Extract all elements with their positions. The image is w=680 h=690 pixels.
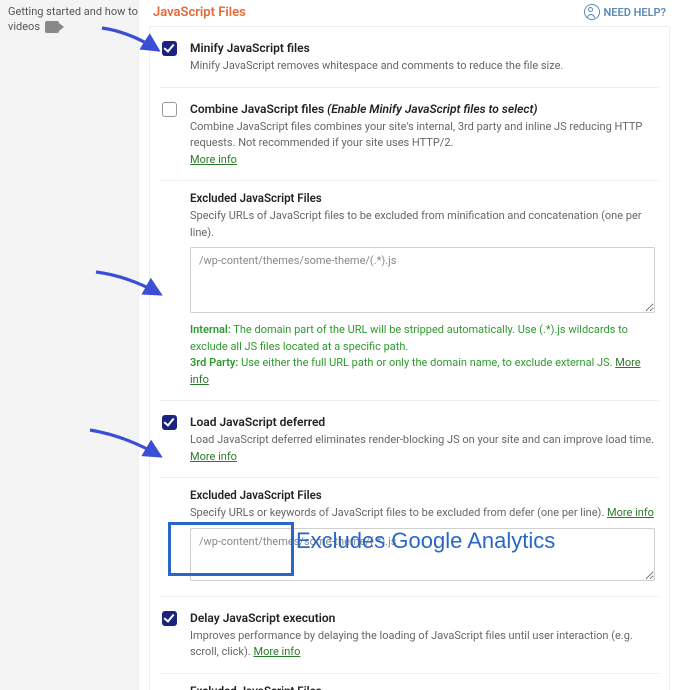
minify-js-checkbox[interactable] bbox=[162, 41, 177, 56]
excluded-js-1-desc: Specify URLs of JavaScript files to be e… bbox=[190, 208, 655, 241]
need-help-link[interactable]: NEED HELP? bbox=[584, 4, 667, 20]
need-help-label: NEED HELP? bbox=[604, 6, 667, 19]
minify-js-desc: Minify JavaScript removes whitespace and… bbox=[190, 58, 655, 75]
video-icon bbox=[45, 21, 59, 33]
excluded-js-2-title: Excluded JavaScript Files bbox=[190, 488, 655, 502]
defer-js-checkbox[interactable] bbox=[162, 415, 177, 430]
excluded-js-2-textarea[interactable] bbox=[190, 528, 655, 581]
excluded-js-3-title: Excluded JavaScript Files bbox=[190, 684, 655, 690]
delay-js-checkbox[interactable] bbox=[162, 611, 177, 626]
help-person-icon bbox=[584, 4, 600, 20]
defer-js-desc: Load JavaScript deferred eliminates rend… bbox=[190, 432, 655, 465]
excluded-js-1-hint: Internal: The domain part of the URL wil… bbox=[190, 322, 655, 388]
combine-more-info-link[interactable]: More info bbox=[190, 153, 237, 166]
excluded-js-2-desc: Specify URLs or keywords of JavaScript f… bbox=[190, 505, 655, 522]
sidebar-link-getting-started[interactable]: Getting started and how to videos bbox=[0, 0, 148, 39]
defer-js-title: Load JavaScript deferred bbox=[190, 415, 655, 429]
excluded-js-1-title: Excluded JavaScript Files bbox=[190, 191, 655, 205]
excluded-2-more-info-link[interactable]: More info bbox=[607, 506, 654, 519]
minify-js-title: Minify JavaScript files bbox=[190, 41, 655, 55]
combine-js-title: Combine JavaScript files (Enable Minify … bbox=[190, 102, 655, 116]
sidebar-link-label: Getting started and how to videos bbox=[8, 5, 138, 33]
defer-more-info-link[interactable]: More info bbox=[190, 450, 237, 463]
delay-js-title: Delay JavaScript execution bbox=[190, 611, 655, 625]
excluded-js-1-textarea[interactable] bbox=[190, 247, 655, 313]
combine-js-desc: Combine JavaScript files combines your s… bbox=[190, 119, 655, 169]
section-title: JavaScript Files bbox=[153, 5, 246, 20]
delay-more-info-link[interactable]: More info bbox=[253, 645, 300, 658]
delay-js-desc: Improves performance by delaying the loa… bbox=[190, 628, 655, 661]
combine-js-checkbox[interactable] bbox=[162, 102, 177, 117]
